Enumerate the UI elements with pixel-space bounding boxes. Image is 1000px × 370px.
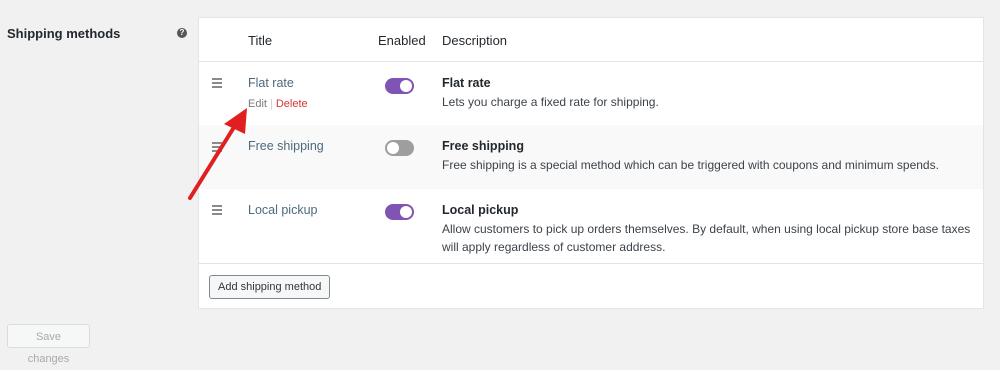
method-title-link[interactable]: Free shipping [248, 139, 324, 153]
delete-link[interactable]: Delete [276, 98, 308, 110]
enabled-toggle[interactable] [385, 140, 414, 156]
column-header-enabled: Enabled [378, 33, 426, 48]
drag-handle-icon[interactable] [212, 205, 222, 217]
table-header: Title Enabled Description [199, 18, 983, 62]
drag-handle-icon[interactable] [212, 142, 222, 154]
enabled-toggle[interactable] [385, 204, 414, 220]
column-header-description: Description [442, 33, 508, 48]
method-title-link[interactable]: Flat rate [248, 76, 294, 90]
add-shipping-method-button[interactable]: Add shipping method [209, 275, 331, 299]
column-header-title: Title [248, 33, 273, 48]
description-title: Free shipping [442, 139, 524, 153]
edit-link[interactable]: Edit [248, 98, 267, 110]
row-actions: Edit | Delete [248, 98, 308, 110]
method-title-link[interactable]: Local pickup [248, 203, 318, 217]
action-separator: | [269, 98, 273, 110]
toggle-knob [400, 206, 412, 218]
table-row: Flat rate Edit | Delete Flat rate Lets you… [199, 62, 983, 125]
shipping-methods-table: Title Enabled Description Flat rate Edit… [198, 17, 984, 309]
description-text: Free shipping is a special method which … [442, 158, 939, 172]
toggle-knob [400, 80, 412, 92]
toggle-knob [387, 142, 399, 154]
drag-handle-icon[interactable] [212, 78, 222, 90]
save-changes-button[interactable]: Save changes [7, 324, 90, 365]
enabled-toggle[interactable] [385, 78, 414, 94]
description-text: Lets you charge a fixed rate for shippin… [442, 95, 659, 109]
table-row: Local pickup Local pickup Allow customer… [199, 189, 983, 264]
description-text: Allow customers to pick up orders themse… [442, 222, 971, 254]
table-row: Free shipping Free shipping Free shippin… [199, 125, 983, 189]
question-mark-icon[interactable]: ? [177, 28, 187, 38]
description-title: Local pickup [442, 203, 519, 217]
description-title: Flat rate [442, 76, 491, 90]
shipping-methods-label: Shipping methods [7, 26, 121, 41]
